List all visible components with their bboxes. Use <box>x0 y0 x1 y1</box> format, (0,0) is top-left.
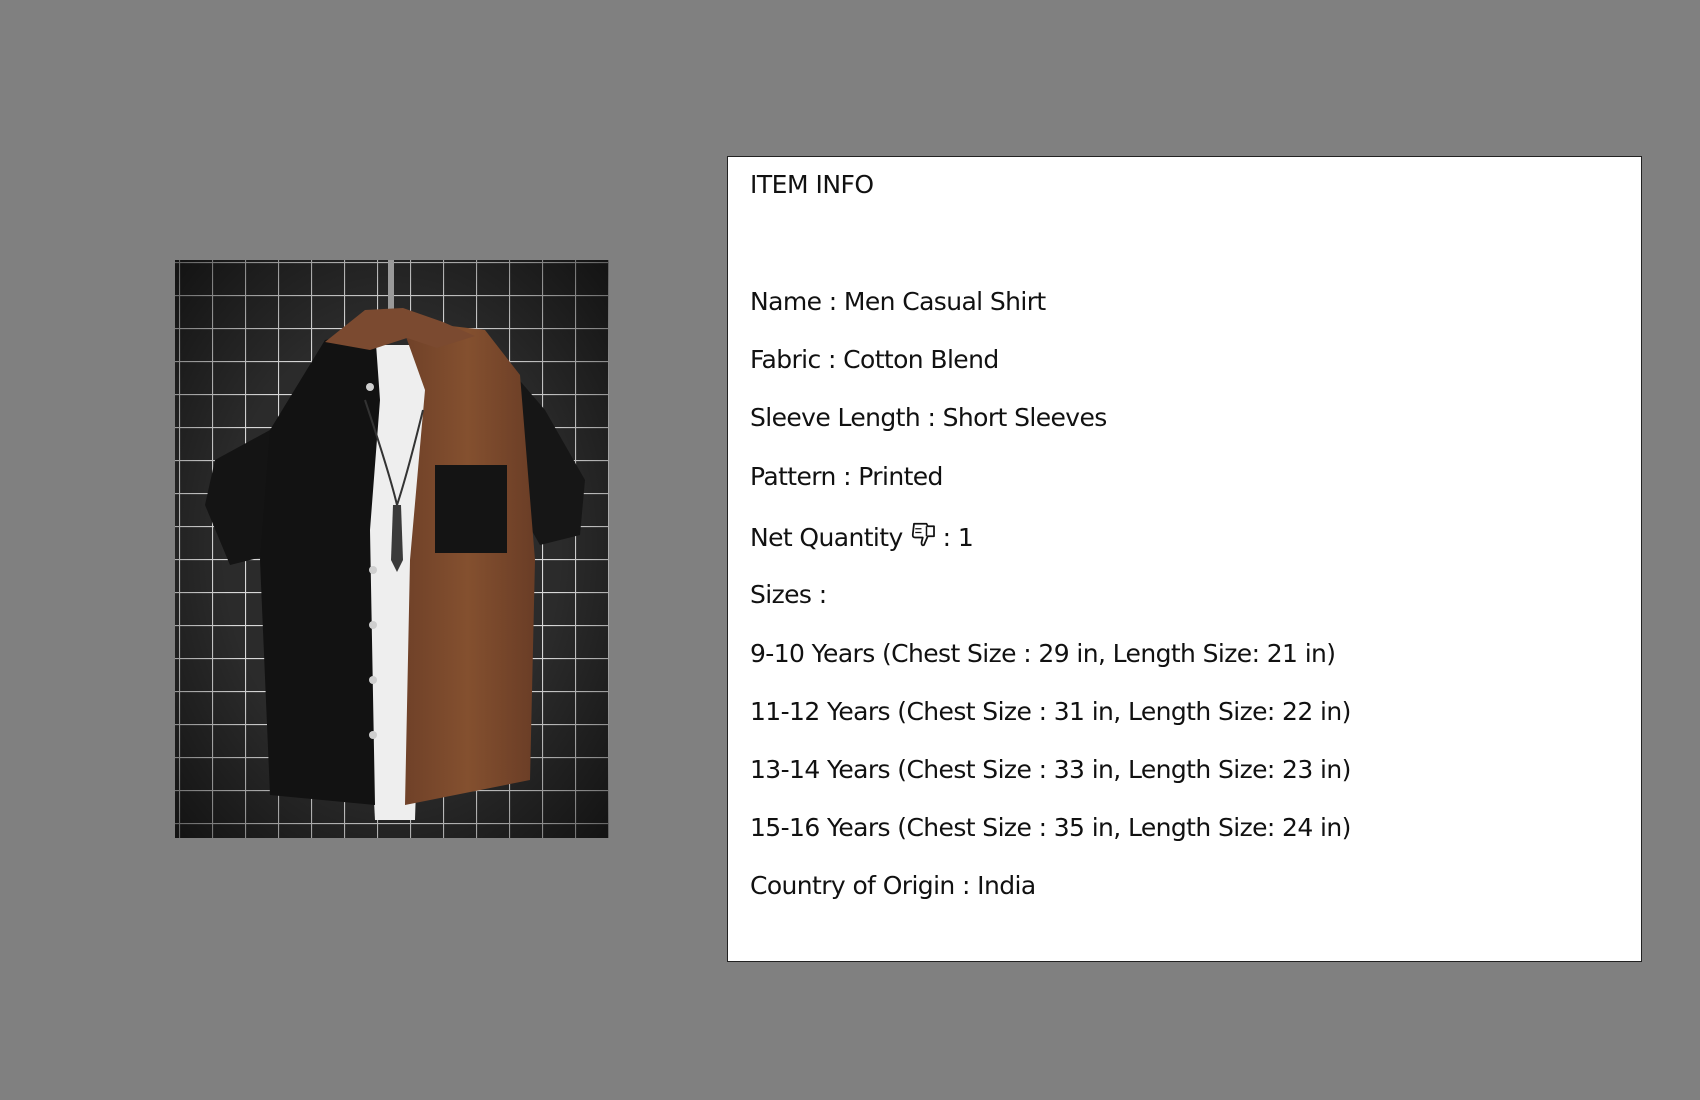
item-pattern: Pattern : Printed <box>750 462 943 491</box>
size-option: 9-10 Years (Chest Size : 29 in, Length S… <box>750 639 1336 668</box>
item-name: Name : Men Casual Shirt <box>750 287 1046 316</box>
item-info-heading: ITEM INFO <box>750 170 874 199</box>
item-info-panel: ITEM INFO Name : Men Casual Shirt Fabric… <box>727 156 1642 962</box>
item-fabric: Fabric : Cotton Blend <box>750 345 999 374</box>
size-option: 13-14 Years (Chest Size : 33 in, Length … <box>750 755 1351 784</box>
item-country-of-origin: Country of Origin : India <box>750 871 1036 900</box>
product-image <box>175 260 609 838</box>
net-quantity-value: : 1 <box>942 523 974 552</box>
item-sizes-label: Sizes : <box>750 580 827 609</box>
net-quantity-label: Net Quantity <box>750 523 903 552</box>
thumbs-down-icon <box>909 520 939 558</box>
item-sleeve-length: Sleeve Length : Short Sleeves <box>750 403 1107 432</box>
item-net-quantity: Net Quantity : 1 <box>750 520 974 558</box>
size-option: 11-12 Years (Chest Size : 31 in, Length … <box>750 697 1351 726</box>
size-option: 15-16 Years (Chest Size : 35 in, Length … <box>750 813 1351 842</box>
